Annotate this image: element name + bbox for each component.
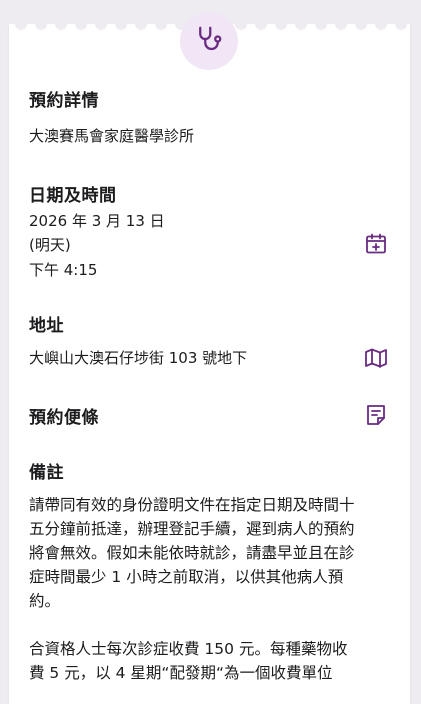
scallop-notch xyxy=(255,18,267,30)
scallop-notch xyxy=(275,18,287,30)
address-title: 地址 xyxy=(29,316,64,336)
scallop-notch xyxy=(55,18,67,30)
memo-title: 預約便條 xyxy=(29,408,99,428)
note-icon[interactable] xyxy=(364,403,388,427)
calendar-add-icon[interactable] xyxy=(364,232,388,256)
scallop-notch xyxy=(135,18,147,30)
stethoscope-icon xyxy=(194,24,224,58)
scallop-notch xyxy=(75,18,87,30)
scallop-notch xyxy=(395,18,407,30)
scallop-notch xyxy=(315,18,327,30)
details-title: 預約詳情 xyxy=(29,91,99,111)
scallop-notch xyxy=(155,18,167,30)
relative-day: (明天) xyxy=(29,236,71,254)
scallop-notch xyxy=(375,18,387,30)
remarks-title: 備註 xyxy=(29,463,64,483)
map-icon[interactable] xyxy=(364,346,388,370)
scallop-notch xyxy=(235,18,247,30)
scallop-notch xyxy=(335,18,347,30)
header-badge xyxy=(180,12,238,70)
scallop-notch xyxy=(35,18,47,30)
scallop-notch xyxy=(95,18,107,30)
remarks-paragraph-2: 合資格人士每次診症收費 150 元。每種藥物收費 5 元，以 4 星期“配發期“… xyxy=(29,640,348,682)
remarks-paragraph-1: 請帶同有效的身份證明文件在指定日期及時間十五分鐘前抵達，辦理登記手續，遲到病人的… xyxy=(29,496,355,610)
datetime-title: 日期及時間 xyxy=(29,186,117,206)
address-text: 大嶼山大澳石仔埗街 103 號地下 xyxy=(29,349,248,367)
scallop-notch xyxy=(15,18,27,30)
appointment-date: 2026 年 3 月 13 日 xyxy=(29,212,165,230)
clinic-name: 大澳賽馬會家庭醫學診所 xyxy=(29,127,195,145)
scallop-notch xyxy=(115,18,127,30)
appointment-time: 下午 4:15 xyxy=(29,261,98,279)
scallop-notch xyxy=(295,18,307,30)
scallop-notch xyxy=(355,18,367,30)
